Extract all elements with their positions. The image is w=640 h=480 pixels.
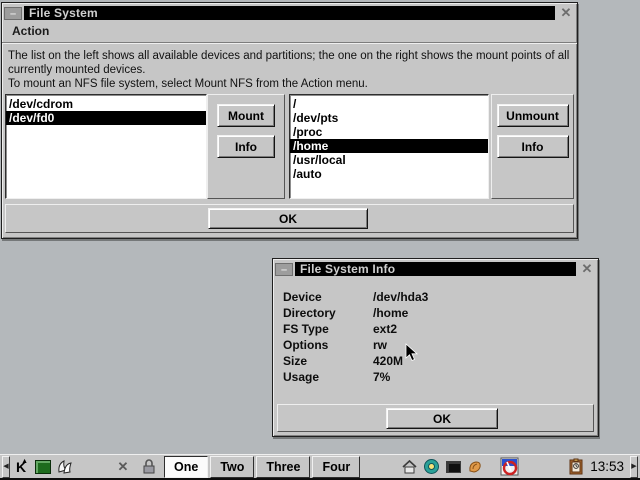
window-title: File System Info bbox=[295, 262, 576, 276]
titlebar[interactable]: – File System ✕ bbox=[4, 5, 575, 21]
list-item[interactable]: /usr/local bbox=[290, 153, 488, 167]
list-item[interactable]: /dev/pts bbox=[290, 111, 488, 125]
file-system-window: – File System ✕ Action The list on the l… bbox=[1, 2, 578, 239]
field-value: /dev/hda3 bbox=[373, 290, 598, 306]
ok-strip: OK bbox=[277, 404, 594, 432]
list-item[interactable]: /dev/fd0 bbox=[6, 111, 206, 125]
lists-row: /dev/cdrom/dev/fd0 Mount Info //dev/pts/p… bbox=[5, 94, 574, 199]
app-icon-colorful[interactable] bbox=[499, 457, 519, 477]
close-icon[interactable]: ✕ bbox=[578, 263, 596, 276]
menu-item-action[interactable]: Action bbox=[10, 24, 51, 38]
device-buttons-panel: Mount Info bbox=[207, 94, 285, 199]
device-info-button[interactable]: Info bbox=[217, 135, 275, 158]
field-value: rw bbox=[373, 338, 598, 354]
file-system-info-window: – File System Info ✕ Device/dev/hda3Dire… bbox=[272, 258, 599, 437]
desktop: – File System ✕ Action The list on the l… bbox=[0, 0, 640, 480]
date-clock-icon[interactable] bbox=[566, 457, 586, 477]
field-label: Device bbox=[283, 290, 373, 306]
info-field-row: Size420M bbox=[283, 354, 598, 370]
shell-icon[interactable] bbox=[465, 457, 485, 477]
workspace-pager: OneTwoThreeFour bbox=[164, 456, 362, 478]
console-icon[interactable] bbox=[443, 457, 463, 477]
menu-bar: Action bbox=[2, 22, 577, 43]
ok-strip: OK bbox=[5, 204, 574, 233]
description-text: The list on the left shows all available… bbox=[8, 49, 571, 91]
list-item[interactable]: /dev/cdrom bbox=[6, 97, 206, 111]
field-label: Options bbox=[283, 338, 373, 354]
list-item[interactable]: /proc bbox=[290, 125, 488, 139]
panel-hide-left-button[interactable]: ◀ bbox=[2, 456, 10, 478]
minimize-icon[interactable]: – bbox=[275, 263, 293, 276]
info-field-row: FS Typeext2 bbox=[283, 322, 598, 338]
mount-info-button[interactable]: Info bbox=[497, 135, 569, 158]
close-icon[interactable]: ✕ bbox=[557, 7, 575, 20]
info-field-row: Optionsrw bbox=[283, 338, 598, 354]
dove-icon[interactable] bbox=[55, 457, 75, 477]
mount-unmount-button[interactable]: Unmount bbox=[497, 104, 569, 127]
info-field-row: Directory/home bbox=[283, 306, 598, 322]
field-value: 7% bbox=[373, 370, 598, 386]
panel-hide-right-button[interactable]: ▶ bbox=[630, 456, 638, 478]
k-menu-icon[interactable]: K▲ bbox=[11, 457, 31, 477]
device-mount-button[interactable]: Mount bbox=[217, 104, 275, 127]
list-item[interactable]: / bbox=[290, 97, 488, 111]
field-label: Directory bbox=[283, 306, 373, 322]
ok-button[interactable]: OK bbox=[208, 208, 368, 229]
description-line-2: currently mounted devices. bbox=[8, 63, 571, 77]
logout-icon[interactable]: ✕ bbox=[113, 457, 133, 477]
description-line-3: To mount an NFS file system, select Moun… bbox=[8, 77, 571, 91]
taskbar: ◀ K▲ ✕ OneTwoThreeFour bbox=[0, 454, 640, 480]
window-title: File System bbox=[24, 6, 555, 20]
minimize-icon[interactable]: – bbox=[4, 7, 22, 20]
mount-buttons-panel: Unmount Info bbox=[491, 94, 574, 199]
field-value: ext2 bbox=[373, 322, 598, 338]
field-label: FS Type bbox=[283, 322, 373, 338]
help-icon[interactable] bbox=[421, 457, 441, 477]
list-item[interactable]: /home bbox=[290, 139, 488, 153]
lock-icon[interactable] bbox=[139, 457, 159, 477]
home-icon[interactable] bbox=[399, 457, 419, 477]
workspace-button-two[interactable]: Two bbox=[210, 456, 254, 478]
workspace-button-four[interactable]: Four bbox=[312, 456, 360, 478]
ok-button[interactable]: OK bbox=[386, 408, 498, 429]
description-line-1: The list on the left shows all available… bbox=[8, 49, 571, 63]
workspace-button-three[interactable]: Three bbox=[256, 456, 310, 478]
field-value: /home bbox=[373, 306, 598, 322]
info-field-row: Device/dev/hda3 bbox=[283, 290, 598, 306]
field-value: 420M bbox=[373, 354, 598, 370]
device-list[interactable]: /dev/cdrom/dev/fd0 bbox=[5, 94, 207, 199]
titlebar[interactable]: – File System Info ✕ bbox=[275, 261, 596, 277]
mount-list[interactable]: //dev/pts/proc/home/usr/local/auto bbox=[289, 94, 489, 199]
info-fields: Device/dev/hda3Directory/homeFS Typeext2… bbox=[283, 290, 598, 386]
terminal-icon[interactable] bbox=[33, 457, 53, 477]
list-item[interactable]: /auto bbox=[290, 167, 488, 181]
info-field-row: Usage7% bbox=[283, 370, 598, 386]
workspace-button-one[interactable]: One bbox=[164, 456, 208, 478]
field-label: Usage bbox=[283, 370, 373, 386]
clock: 13:53 bbox=[590, 459, 624, 474]
field-label: Size bbox=[283, 354, 373, 370]
